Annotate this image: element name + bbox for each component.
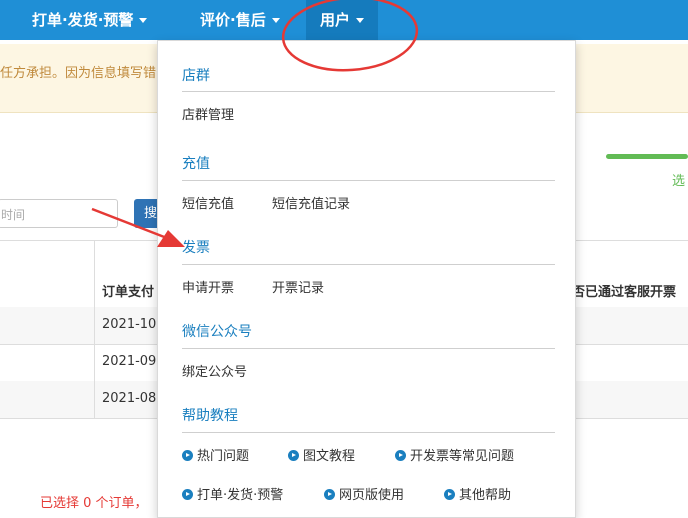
row-pay-time: 2021-08: [102, 391, 157, 406]
notice-text: 任方承担。因为信息填写错: [0, 66, 157, 81]
link-invoice-faq[interactable]: 开发票等常见问题: [395, 445, 514, 464]
section-divider: [182, 264, 555, 265]
link-label: 热门问题: [197, 449, 250, 464]
nav-print-ship-alert[interactable]: 打单·发货·预警: [32, 0, 148, 40]
chevron-down-icon: [271, 18, 280, 23]
link-sms-recharge[interactable]: 短信充值: [182, 193, 234, 212]
link-store-group-manage[interactable]: 店群管理: [182, 104, 234, 123]
link-hot-questions[interactable]: 热门问题: [182, 445, 249, 464]
user-dropdown-menu: 店群 店群管理 充值 短信充值 短信充值记录 发票 申请开票 开票记录 微信公众…: [157, 40, 576, 518]
row-pay-time: 2021-09: [102, 354, 157, 369]
link-label: 图文教程: [303, 449, 356, 464]
nav-user-label: 用户: [320, 11, 351, 29]
play-icon: [324, 489, 335, 500]
link-label: 打单·发货·预警: [197, 488, 284, 503]
top-navbar: 打单·发货·预警 评价·售后 用户: [0, 0, 688, 40]
section-title-help: 帮助教程: [182, 408, 238, 424]
nav-user[interactable]: 用户: [306, 0, 379, 40]
header-service-invoice: 否已通过客服开票: [572, 285, 677, 300]
section-divider: [182, 432, 555, 433]
link-web-usage[interactable]: 网页版使用: [324, 484, 404, 503]
nav-print-ship-alert-label: 打单·发货·预警: [32, 11, 134, 29]
play-icon: [444, 489, 455, 500]
link-apply-invoice[interactable]: 申请开票: [182, 277, 234, 296]
section-divider: [182, 91, 555, 92]
play-icon: [182, 450, 193, 461]
time-search-input[interactable]: 时间: [0, 199, 118, 228]
time-search-placeholder: 时间: [1, 208, 26, 222]
selected-count-text: 已选择 0 个订单，: [40, 496, 148, 511]
select-label[interactable]: 选: [672, 170, 685, 189]
link-other-help[interactable]: 其他帮助: [444, 484, 511, 503]
link-label: 其他帮助: [459, 488, 512, 503]
link-sms-recharge-record[interactable]: 短信充值记录: [272, 193, 350, 212]
section-title-recharge: 充值: [182, 156, 210, 172]
chevron-down-icon: [356, 18, 365, 23]
section-divider: [182, 348, 555, 349]
nav-review-aftersale[interactable]: 评价·售后: [200, 0, 280, 40]
section-divider: [182, 180, 555, 181]
chevron-down-icon: [139, 18, 148, 23]
nav-review-aftersale-label: 评价·售后: [200, 11, 266, 29]
header-pay-time: 订单支付: [102, 285, 155, 300]
link-bind-wechat[interactable]: 绑定公众号: [182, 361, 247, 380]
section-title-invoice: 发票: [182, 240, 210, 256]
link-print-ship-alert[interactable]: 打单·发货·预警: [182, 484, 283, 503]
link-graphic-tutorial[interactable]: 图文教程: [288, 445, 355, 464]
play-icon: [182, 489, 193, 500]
link-invoice-record[interactable]: 开票记录: [272, 277, 324, 296]
row-pay-time: 2021-10: [102, 317, 157, 332]
link-label: 开发票等常见问题: [410, 449, 515, 464]
section-title-store-group: 店群: [182, 68, 210, 84]
column-divider: [94, 240, 95, 418]
play-icon: [395, 450, 406, 461]
link-label: 网页版使用: [339, 488, 405, 503]
progress-bar: [606, 154, 688, 159]
play-icon: [288, 450, 299, 461]
section-title-wechat: 微信公众号: [182, 324, 252, 340]
